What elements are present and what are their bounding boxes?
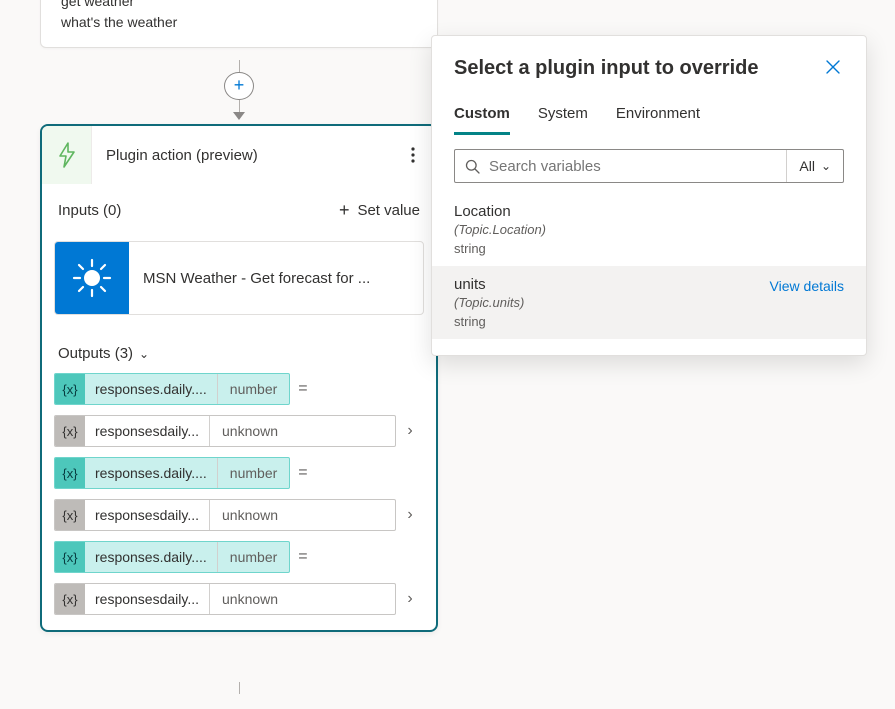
panel-title: Select a plugin input to override <box>454 57 758 80</box>
connector-line <box>239 100 240 112</box>
variable-type: number <box>217 542 289 572</box>
tab-environment[interactable]: Environment <box>616 97 700 135</box>
variable-name: responses.daily.... <box>85 549 217 565</box>
variable-icon: {x} <box>55 542 85 572</box>
connector-label: MSN Weather - Get forecast for ... <box>129 270 423 287</box>
connector-row[interactable]: MSN Weather - Get forecast for ... <box>54 241 424 315</box>
override-panel: Select a plugin input to override Custom… <box>431 35 867 356</box>
close-button[interactable] <box>822 54 844 83</box>
plugin-title: Plugin action (preview) <box>92 147 398 164</box>
variable-chip[interactable]: {x}responsesdaily...unknown <box>54 583 396 615</box>
variable-type: unknown <box>209 416 290 446</box>
chevron-down-icon: ⌄ <box>139 347 149 361</box>
equals-sign: = <box>290 464 315 482</box>
inputs-row: Inputs (0) + Set value <box>42 184 436 231</box>
variable-item-path: (Topic.Location) <box>454 222 844 237</box>
variable-chip[interactable]: {x}responses.daily....number <box>54 541 290 573</box>
variable-name: responses.daily.... <box>85 381 217 397</box>
tab-system[interactable]: System <box>538 97 588 135</box>
variable-chip[interactable]: {x}responsesdaily...unknown <box>54 415 396 447</box>
connector-line <box>239 682 240 694</box>
variable-type: unknown <box>209 500 290 530</box>
variable-icon: {x} <box>55 458 85 488</box>
variable-chip[interactable]: {x}responsesdaily...unknown <box>54 499 396 531</box>
search-input[interactable] <box>489 158 786 175</box>
trigger-phrase-2: what's the weather <box>61 12 417 33</box>
set-value-label: Set value <box>357 202 420 219</box>
outputs-toggle[interactable]: Outputs (3) ⌄ <box>42 333 436 372</box>
connector-bottom <box>222 682 256 694</box>
add-node-button[interactable]: + <box>224 72 254 101</box>
output-row[interactable]: {x}responsesdaily...unknown› <box>54 582 424 616</box>
variable-chip[interactable]: {x}responses.daily....number <box>54 373 290 405</box>
variable-item-path: (Topic.units) <box>454 295 844 310</box>
search-icon <box>455 159 489 174</box>
variable-item-name: Location <box>454 203 844 220</box>
msn-weather-icon <box>55 241 129 315</box>
plugin-header: Plugin action (preview) <box>42 126 436 184</box>
variable-item[interactable]: Location (Topic.Location) string <box>432 193 866 266</box>
variable-chip[interactable]: {x}responses.daily....number <box>54 457 290 489</box>
trigger-phrase-1: get weather <box>61 0 417 12</box>
kebab-icon <box>411 147 415 163</box>
variable-name: responsesdaily... <box>85 591 209 607</box>
chevron-down-icon: ⌄ <box>821 159 831 173</box>
outputs-label: Outputs (3) <box>58 345 133 362</box>
filter-dropdown[interactable]: All ⌄ <box>786 150 843 182</box>
variable-list: Location(Topic.Location)stringunits(Topi… <box>432 193 866 355</box>
plugin-icon-wrap <box>42 126 92 184</box>
output-row[interactable]: {x}responses.daily....number= <box>54 540 424 574</box>
variable-type: number <box>217 374 289 404</box>
filter-label: All <box>799 158 815 174</box>
plus-icon: + <box>234 75 245 96</box>
trigger-card[interactable]: get weather what's the weather <box>40 0 438 48</box>
panel-header: Select a plugin input to override <box>432 36 866 91</box>
chevron-right-icon[interactable]: › <box>396 422 424 440</box>
sun-icon <box>70 256 114 300</box>
chevron-right-icon[interactable]: › <box>396 590 424 608</box>
chevron-right-icon[interactable]: › <box>396 506 424 524</box>
view-details-link[interactable]: View details <box>770 278 844 294</box>
set-value-button[interactable]: + Set value <box>339 200 420 221</box>
output-row[interactable]: {x}responses.daily....number= <box>54 372 424 406</box>
variable-icon: {x} <box>55 500 85 530</box>
variable-icon: {x} <box>55 584 85 614</box>
variable-type: number <box>217 458 289 488</box>
connector-line <box>239 60 240 72</box>
more-options-button[interactable] <box>398 140 428 170</box>
output-row[interactable]: {x}responsesdaily...unknown› <box>54 414 424 448</box>
search-row: All ⌄ <box>454 149 844 183</box>
output-row[interactable]: {x}responses.daily....number= <box>54 456 424 490</box>
outputs-list: {x}responses.daily....number={x}response… <box>42 372 436 630</box>
equals-sign: = <box>290 380 315 398</box>
plus-icon: + <box>339 200 350 221</box>
output-row[interactable]: {x}responsesdaily...unknown› <box>54 498 424 532</box>
variable-name: responsesdaily... <box>85 507 209 523</box>
panel-tabs: Custom System Environment <box>432 91 866 135</box>
inputs-label: Inputs (0) <box>58 202 121 219</box>
variable-item-type: string <box>454 241 844 256</box>
equals-sign: = <box>290 548 315 566</box>
variable-name: responsesdaily... <box>85 423 209 439</box>
close-icon <box>826 60 840 74</box>
variable-name: responses.daily.... <box>85 465 217 481</box>
variable-type: unknown <box>209 584 290 614</box>
variable-icon: {x} <box>55 374 85 404</box>
tab-custom[interactable]: Custom <box>454 97 510 135</box>
variable-icon: {x} <box>55 416 85 446</box>
lightning-icon <box>57 142 77 168</box>
variable-item[interactable]: units(Topic.units)stringView details <box>432 266 866 339</box>
connector-add-wrap: + <box>222 60 256 120</box>
arrow-down-icon <box>233 112 245 120</box>
plugin-action-card[interactable]: Plugin action (preview) Inputs (0) + Set… <box>40 124 438 632</box>
variable-item-type: string <box>454 314 844 329</box>
